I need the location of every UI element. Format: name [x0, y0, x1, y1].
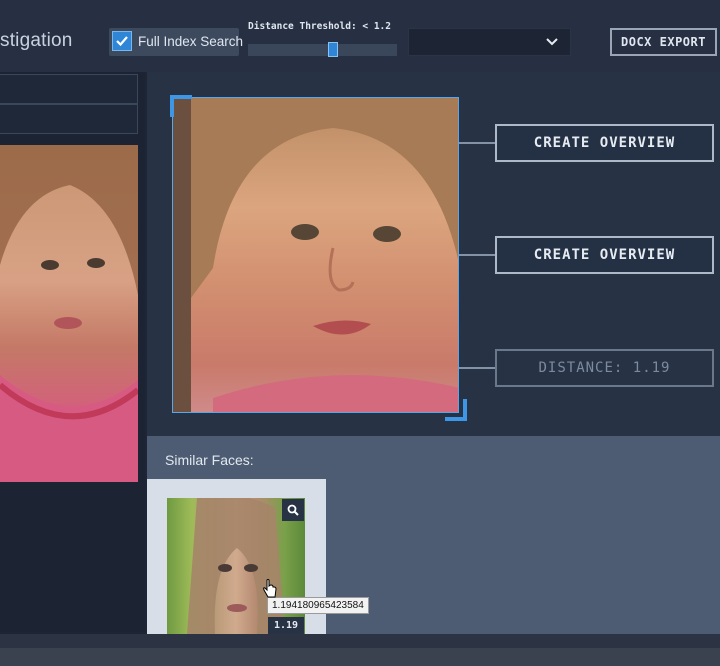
distance-tooltip: 1.194180965423584 — [267, 597, 369, 614]
zoom-button[interactable] — [282, 499, 304, 521]
create-overview-button[interactable]: CREATE OVERVIEW — [495, 124, 714, 162]
connector-line — [459, 367, 495, 369]
distance-readout: DISTANCE: 1.19 — [495, 349, 714, 387]
chevron-down-icon — [546, 38, 558, 46]
checkbox-checked-icon[interactable] — [112, 31, 132, 51]
full-index-search-toggle[interactable]: Full Index Search — [109, 28, 243, 56]
distance-threshold-slider[interactable] — [248, 44, 397, 56]
left-field-1[interactable] — [0, 74, 138, 104]
similarity-score-badge: 1.19 — [268, 617, 304, 634]
slider-thumb[interactable] — [328, 42, 338, 57]
bottom-strip — [0, 648, 720, 666]
create-overview-button[interactable]: CREATE OVERVIEW — [495, 236, 714, 274]
dropdown-select[interactable] — [408, 28, 571, 56]
docx-export-button[interactable]: DOCX EXPORT — [610, 28, 717, 56]
frame-corner-bottom-right — [445, 399, 467, 421]
full-index-search-label: Full Index Search — [138, 34, 244, 49]
frame-corner-top-left — [170, 95, 192, 117]
left-field-2[interactable] — [0, 104, 138, 134]
app-title: stigation — [0, 30, 73, 51]
connector-line — [459, 142, 495, 144]
distance-threshold-label: Distance Threshold: < 1.2 — [248, 21, 391, 32]
search-icon — [287, 504, 299, 516]
selected-face-image[interactable] — [172, 97, 459, 413]
query-photo — [0, 145, 138, 482]
connector-line — [459, 254, 495, 256]
hand-cursor-icon — [263, 579, 277, 598]
similar-faces-heading: Similar Faces: — [165, 452, 254, 468]
